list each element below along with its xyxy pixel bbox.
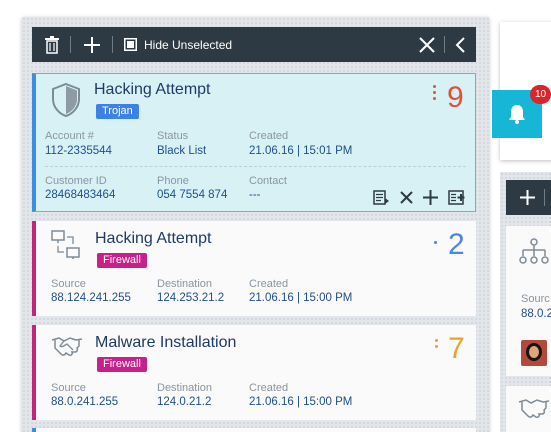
toolbar-divider — [444, 36, 445, 53]
field-label: Destination — [157, 278, 213, 290]
handshake-icon — [51, 334, 83, 363]
checkbox-icon[interactable] — [122, 27, 138, 62]
plus-icon[interactable] — [520, 190, 535, 210]
field-value: --- — [249, 189, 261, 201]
field-value: 054 7554 874 — [157, 189, 228, 201]
field-label: Account # — [45, 130, 94, 142]
field-value: 28468483464 — [45, 189, 116, 201]
field-value: 88.0.241.255 — [51, 396, 119, 408]
alert-card[interactable]: Hacking Attempt Firewall 2 Source 88.124… — [32, 221, 476, 316]
alert-card[interactable]: Malware Installation Firewall 7 Source 8… — [32, 325, 476, 420]
field-label: Created — [249, 130, 289, 142]
field-value: 21.06.16 | 15:00 PM — [249, 292, 353, 304]
alert-title: Malware Installation — [95, 334, 237, 351]
alert-title: Hacking Attempt — [94, 81, 211, 98]
field-label: Created — [249, 382, 289, 394]
field-label: Status — [157, 130, 189, 142]
trash-icon[interactable] — [40, 27, 64, 62]
field-label: Customer ID — [45, 175, 107, 187]
field-value: 21.06.16 | 15:01 PM — [249, 145, 353, 157]
dismiss-icon[interactable] — [400, 191, 413, 209]
field-value: 112-2335544 — [45, 145, 112, 157]
secondary-card[interactable]: Sourc 88.0.2 — [506, 226, 551, 376]
hide-unselected-label[interactable]: Hide Unselected — [144, 38, 232, 52]
field-label: Phone — [157, 175, 189, 187]
shield-icon — [50, 82, 82, 123]
alert-tag: Firewall — [97, 357, 147, 372]
field-label: Contact — [249, 175, 287, 187]
severity-dots — [435, 339, 438, 348]
field-value: 21.06.16 | 15:00 PM — [249, 396, 353, 408]
field-label: Source — [51, 382, 86, 394]
field-value: 124.253.21.2 — [157, 292, 225, 304]
network-icon — [51, 230, 81, 265]
toolbar-divider — [544, 189, 545, 206]
assign-icon[interactable] — [373, 190, 390, 210]
alert-count: 7 — [448, 332, 465, 365]
severity-dots — [433, 85, 436, 100]
toolbar-divider — [112, 36, 113, 53]
field-value: 88.0.2 — [521, 308, 551, 320]
severity-dots — [434, 241, 437, 244]
alert-card[interactable]: Hacking Attempt Trojan 9 Account # 112-2… — [32, 73, 476, 212]
field-label: Source — [51, 278, 86, 290]
alert-tag: Trojan — [96, 104, 139, 119]
field-label: Created — [249, 278, 289, 290]
hierarchy-icon — [518, 238, 550, 273]
alert-count: 2 — [448, 228, 465, 261]
field-value: Black List — [157, 145, 207, 157]
toolbar-divider — [70, 36, 71, 53]
alerts-toolbar: Hide Unselected — [32, 27, 476, 62]
field-value: 88.124.241.255 — [51, 292, 131, 304]
field-label: Destination — [157, 382, 213, 394]
avatar[interactable] — [521, 340, 547, 366]
divider — [45, 166, 466, 167]
field-value: 124.0.21.2 — [157, 396, 212, 408]
handshake-icon — [518, 396, 550, 425]
secondary-card[interactable] — [506, 386, 551, 432]
plus-icon[interactable] — [80, 27, 104, 62]
chevron-left-icon[interactable] — [450, 27, 470, 62]
field-label: Sourc — [521, 293, 550, 305]
close-icon[interactable] — [416, 27, 438, 62]
alert-card[interactable] — [32, 428, 476, 432]
secondary-toolbar — [506, 180, 551, 215]
alert-title: Hacking Attempt — [95, 230, 212, 247]
bell-icon — [509, 105, 525, 124]
add-to-case-icon[interactable] — [448, 190, 466, 210]
notification-badge: 10 — [530, 85, 551, 104]
alert-tag: Firewall — [97, 253, 147, 268]
add-icon[interactable] — [423, 190, 438, 210]
alert-count: 9 — [447, 81, 464, 114]
